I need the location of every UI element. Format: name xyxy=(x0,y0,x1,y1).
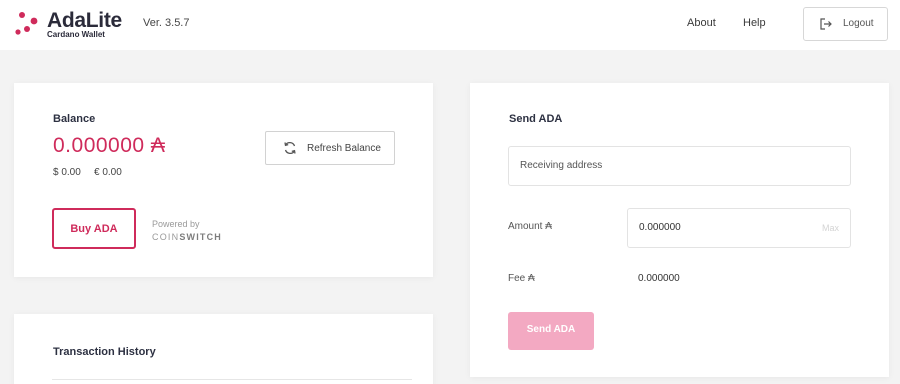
coinswitch-logo[interactable]: COINSWITCH xyxy=(152,232,222,242)
receiving-address-placeholder: Receiving address xyxy=(520,160,603,171)
logout-button[interactable]: Logout xyxy=(803,7,888,41)
balance-card: Balance 0.000000 ₳ $ 0.00 € 0.00 Refresh… xyxy=(14,83,433,277)
send-ada-card: Send ADA Receiving address Amount ₳ 0.00… xyxy=(470,83,889,377)
refresh-balance-button[interactable]: Refresh Balance xyxy=(265,131,395,165)
amount-label: Amount ₳ xyxy=(508,221,552,232)
balance-amount: 0.000000 ₳ xyxy=(53,134,166,157)
max-amount-button[interactable]: Max xyxy=(822,223,839,233)
amount-value: 0.000000 xyxy=(639,222,681,233)
receiving-address-input[interactable]: Receiving address xyxy=(508,146,851,186)
send-ada-button[interactable]: Send ADA xyxy=(508,312,594,350)
send-ada-button-label: Send ADA xyxy=(526,324,576,335)
adalite-logo-icon xyxy=(15,12,38,35)
buy-ada-button[interactable]: Buy ADA xyxy=(52,208,136,249)
buy-ada-label: Buy ADA xyxy=(70,223,118,235)
balance-eur: € 0.00 xyxy=(94,167,122,178)
coinswitch-bold-text: SWITCH xyxy=(179,232,223,242)
amount-input[interactable]: 0.000000 Max xyxy=(627,208,851,248)
transaction-history-divider xyxy=(52,379,412,380)
logout-icon xyxy=(820,18,832,30)
balance-usd: $ 0.00 xyxy=(53,167,81,178)
coinswitch-light-text: COIN xyxy=(152,232,180,242)
brand-subtitle: Cardano Wallet xyxy=(47,30,105,39)
nav-about-link[interactable]: About xyxy=(687,17,716,29)
refresh-balance-label: Refresh Balance xyxy=(307,143,381,154)
fee-label: Fee ₳ xyxy=(508,273,535,284)
logout-label: Logout xyxy=(843,18,874,29)
balance-title: Balance xyxy=(53,113,96,125)
nav-help-link[interactable]: Help xyxy=(743,17,766,29)
powered-by-label: Powered by xyxy=(152,219,200,229)
refresh-icon xyxy=(284,141,296,155)
version-label: Ver. 3.5.7 xyxy=(143,17,190,29)
top-navigation-bar: AdaLite Cardano Wallet Ver. 3.5.7 About … xyxy=(0,0,900,50)
send-ada-title: Send ADA xyxy=(509,113,563,125)
transaction-history-card: Transaction History xyxy=(14,314,433,384)
transaction-history-title: Transaction History xyxy=(53,346,156,358)
fee-value: 0.000000 xyxy=(638,273,680,284)
